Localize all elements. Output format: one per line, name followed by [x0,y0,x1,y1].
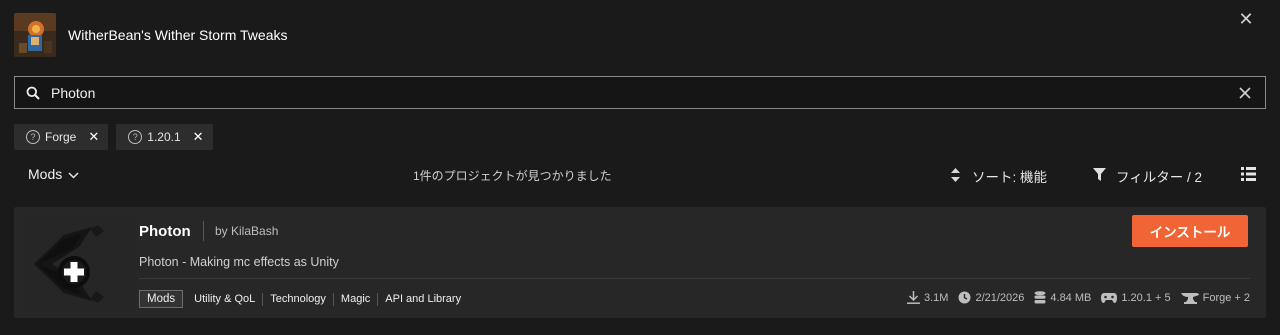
tag-item[interactable]: Magic [334,292,379,306]
updated-value: 2/21/2026 [975,291,1025,304]
downloads-stat: 3.1M [906,291,949,304]
anvil-icon [1180,292,1199,304]
help-icon: ? [128,130,143,144]
search-bar[interactable] [14,76,1266,109]
close-icon[interactable]: ✕ [1236,9,1256,29]
sort-icon [951,167,960,185]
tag-item[interactable]: API and Library [378,293,468,306]
category-label: Mods [28,166,63,182]
category-dropdown[interactable]: Mods [28,166,79,182]
modpack-header: WitherBean's Wither Storm Tweaks [14,13,287,57]
project-description: Photon - Making mc effects as Unity [139,255,339,269]
remove-filter-icon[interactable]: ✕ [193,129,204,145]
modpack-thumbnail [14,13,56,57]
search-icon [15,86,51,100]
help-icon: ? [26,130,40,144]
clear-search-icon[interactable] [1225,86,1265,99]
filter-chip-label: Forge [45,130,77,144]
tag-item[interactable]: Technology [263,292,334,306]
tag-primary[interactable]: Mods [139,290,184,308]
versions-value: 1.20.1 + 5 [1121,291,1171,304]
remove-filter-icon[interactable]: ✕ [88,129,99,145]
active-filters: ? Forge ✕ ? 1.20.1 ✕ [14,124,213,150]
size-value: 4.84 MB [1050,291,1092,304]
project-card[interactable]: Photon by KilaBash Photon - Making mc ef… [14,207,1266,318]
tag-item[interactable]: Utility & QoL [183,292,264,306]
project-meta: 3.1M 2/21/2026 4.84 MB 1.20.1 + 5 Forge … [906,291,1250,304]
search-input[interactable] [51,77,1225,108]
sort-button[interactable]: ソート: 機能 [951,166,1047,186]
filter-chip-loader[interactable]: ? Forge ✕ [14,124,109,150]
card-divider [139,278,1250,279]
sort-label: ソート: 機能 [972,170,1048,185]
title-separator [203,221,204,241]
results-count: 1件のプロジェクトが見つかりました [413,169,612,183]
list-view-icon[interactable] [1241,167,1256,186]
filter-icon [1093,168,1106,184]
downloads-value: 3.1M [923,291,949,304]
clock-icon [958,291,971,304]
project-name[interactable]: Photon [139,223,191,240]
modpack-title: WitherBean's Wither Storm Tweaks [68,27,288,43]
filter-label: フィルター / 2 [1116,170,1202,185]
versions-stat: 1.20.1 + 5 [1101,291,1171,304]
chevron-down-icon [68,166,79,182]
database-icon [1034,291,1046,304]
results-toolbar: Mods 1件のプロジェクトが見つかりました ソート: 機能 フィルター / 2 [0,160,1280,190]
filter-chip-version[interactable]: ? 1.20.1 ✕ [116,124,213,150]
loaders-stat: Forge + 2 [1180,291,1250,304]
size-stat: 4.84 MB [1034,291,1091,304]
project-tags: Mods Utility & QoL Technology Magic API … [139,290,468,308]
filter-button[interactable]: フィルター / 2 [1093,166,1202,186]
project-author[interactable]: by KilaBash [215,224,278,238]
download-icon [906,291,920,304]
updated-stat: 2/21/2026 [958,291,1024,304]
project-logo [24,217,134,312]
install-button[interactable]: インストール [1132,215,1248,247]
gamepad-icon [1101,292,1118,304]
filter-chip-label: 1.20.1 [147,130,181,144]
loaders-value: Forge + 2 [1202,291,1250,304]
